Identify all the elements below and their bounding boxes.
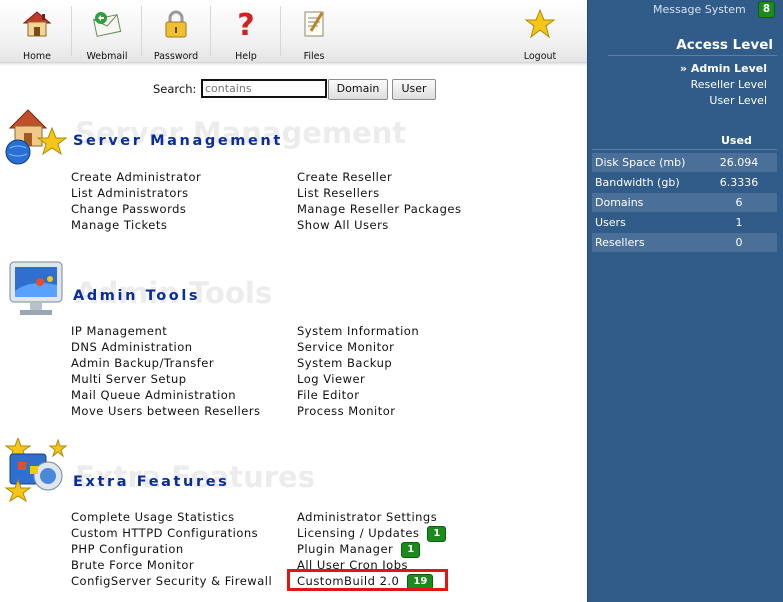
- stat-value: 26.094: [719, 156, 759, 169]
- link-licensing-updates[interactable]: Licensing / Updates 1: [297, 525, 447, 542]
- link-change-passwords[interactable]: Change Passwords: [71, 201, 201, 217]
- stat-row-users: Users 1: [592, 213, 777, 232]
- divider: [592, 149, 777, 150]
- message-system-link[interactable]: Message System: [653, 3, 746, 16]
- level-user[interactable]: User Level: [709, 94, 767, 107]
- stat-row-disk-space: Disk Space (mb) 26.094: [592, 153, 777, 172]
- logout-label: Logout: [523, 51, 557, 62]
- link-admin-backup-transfer[interactable]: Admin Backup/Transfer: [71, 355, 261, 371]
- stat-value: 6: [735, 196, 743, 209]
- webmail-button[interactable]: Webmail: [72, 2, 142, 62]
- question-icon: ?: [229, 7, 263, 43]
- link-system-backup[interactable]: System Backup: [297, 355, 419, 371]
- stat-label: Disk Space (mb): [595, 156, 686, 169]
- stat-row-domains: Domains 6: [592, 193, 777, 212]
- link-show-all-users[interactable]: Show All Users: [297, 217, 461, 233]
- help-button[interactable]: ? Help: [211, 2, 281, 62]
- link-list-resellers[interactable]: List Resellers: [297, 185, 461, 201]
- licensing-count-badge: 1: [427, 526, 447, 542]
- search-input[interactable]: [201, 79, 327, 98]
- used-column-header: Used: [721, 134, 752, 147]
- link-list-administrators[interactable]: List Administrators: [71, 185, 201, 201]
- access-level-title: Access Level: [676, 37, 773, 53]
- mail-icon: [90, 7, 124, 41]
- left-column: Create Administrator List Administrators…: [71, 169, 201, 233]
- link-move-users-between-resellers[interactable]: Move Users between Resellers: [71, 403, 261, 419]
- stat-value: 6.3336: [719, 176, 759, 189]
- stat-label: Bandwidth (gb): [595, 176, 680, 189]
- section-title: Extra Features: [73, 474, 230, 490]
- search-user-button[interactable]: User: [392, 79, 436, 100]
- link-multi-server-setup[interactable]: Multi Server Setup: [71, 371, 261, 387]
- top-toolbar: Home Webmail Password ? Help Files Logou…: [0, 0, 587, 66]
- link-mail-queue-administration[interactable]: Mail Queue Administration: [71, 387, 261, 403]
- logout-button[interactable]: Logout: [505, 2, 575, 62]
- star-icon: [523, 7, 557, 41]
- right-column: System Information Service Monitor Syste…: [297, 323, 419, 419]
- link-file-editor[interactable]: File Editor: [297, 387, 419, 403]
- link-complete-usage-statistics[interactable]: Complete Usage Statistics: [71, 509, 272, 525]
- link-manage-reseller-packages[interactable]: Manage Reseller Packages: [297, 201, 461, 217]
- extra-features-icon: [4, 436, 70, 504]
- link-service-monitor[interactable]: Service Monitor: [297, 339, 419, 355]
- section-title: Server Management: [73, 133, 283, 149]
- stat-value: 0: [735, 236, 743, 249]
- link-create-administrator[interactable]: Create Administrator: [71, 169, 201, 185]
- link-log-viewer[interactable]: Log Viewer: [297, 371, 419, 387]
- link-system-information[interactable]: System Information: [297, 323, 419, 339]
- level-admin[interactable]: » Admin Level: [680, 62, 767, 75]
- monitor-tools-icon: [4, 258, 70, 324]
- home-button[interactable]: Home: [2, 2, 72, 62]
- home-icon: [20, 7, 54, 41]
- left-column: Complete Usage Statistics Custom HTTPD C…: [71, 509, 272, 589]
- stat-row-bandwidth: Bandwidth (gb) 6.3336: [592, 173, 777, 192]
- link-configserver-security-firewall[interactable]: ConfigServer Security & Firewall: [71, 573, 272, 589]
- link-process-monitor[interactable]: Process Monitor: [297, 403, 419, 419]
- password-label: Password: [153, 51, 199, 62]
- server-house-globe-icon: [4, 104, 70, 170]
- stat-label: Users: [595, 216, 626, 229]
- password-button[interactable]: Password: [141, 2, 211, 62]
- level-reseller[interactable]: Reseller Level: [691, 78, 767, 91]
- files-icon: [297, 7, 331, 41]
- stat-label: Domains: [595, 196, 644, 209]
- link-brute-force-monitor[interactable]: Brute Force Monitor: [71, 557, 272, 573]
- link-ip-management[interactable]: IP Management: [71, 323, 261, 339]
- plugin-count-badge: 1: [401, 542, 421, 558]
- lock-icon: [159, 7, 193, 41]
- stat-label: Resellers: [595, 236, 645, 249]
- search-domain-button[interactable]: Domain: [328, 79, 388, 100]
- message-count-badge[interactable]: 8: [758, 1, 775, 18]
- divider: [608, 55, 777, 56]
- link-php-configuration[interactable]: PHP Configuration: [71, 541, 272, 557]
- home-label: Home: [22, 51, 52, 62]
- svg-text:?: ?: [237, 8, 254, 41]
- stat-value: 1: [735, 216, 743, 229]
- left-column: IP Management DNS Administration Admin B…: [71, 323, 261, 419]
- search-label: Search:: [153, 82, 197, 96]
- stat-row-resellers: Resellers 0: [592, 233, 777, 252]
- account-panel: Message System 8 Access Level » Admin Le…: [587, 0, 783, 602]
- section-title: Admin Tools: [73, 288, 201, 304]
- link-manage-tickets[interactable]: Manage Tickets: [71, 217, 201, 233]
- custombuild-highlight-box: [287, 569, 448, 591]
- link-plugin-manager[interactable]: Plugin Manager 1: [297, 541, 446, 558]
- files-button[interactable]: Files: [279, 2, 349, 62]
- link-custom-httpd-configurations[interactable]: Custom HTTPD Configurations: [71, 525, 272, 541]
- link-dns-administration[interactable]: DNS Administration: [71, 339, 261, 355]
- webmail-label: Webmail: [86, 51, 128, 62]
- files-label: Files: [303, 51, 325, 62]
- help-label: Help: [235, 51, 257, 62]
- link-administrator-settings[interactable]: Administrator Settings: [297, 509, 446, 525]
- right-column: Create Reseller List Resellers Manage Re…: [297, 169, 461, 233]
- link-create-reseller[interactable]: Create Reseller: [297, 169, 461, 185]
